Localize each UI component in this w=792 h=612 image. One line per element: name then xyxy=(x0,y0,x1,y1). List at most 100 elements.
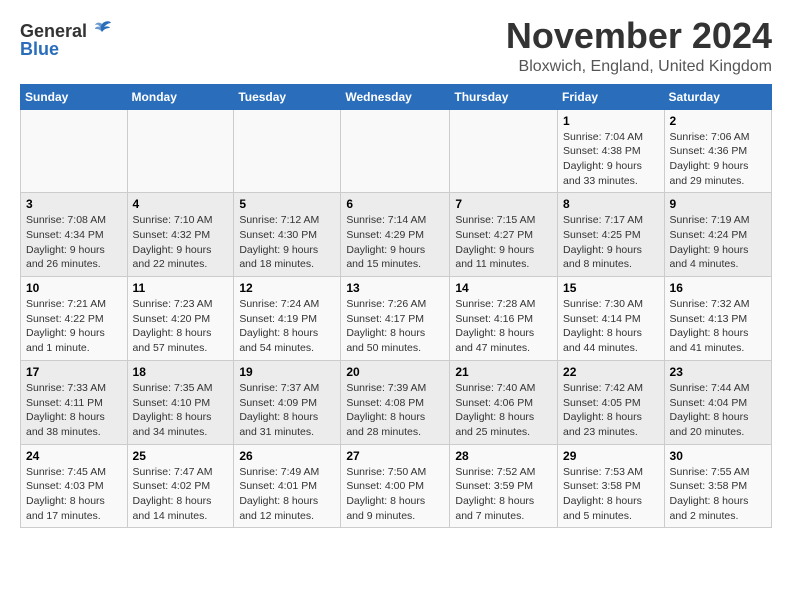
day-number: 7 xyxy=(455,197,552,211)
calendar-cell: 3Sunrise: 7:08 AMSunset: 4:34 PMDaylight… xyxy=(21,193,128,277)
day-info: Sunrise: 7:12 AMSunset: 4:30 PMDaylight:… xyxy=(239,213,335,272)
logo-bird-icon xyxy=(90,20,112,43)
day-number: 24 xyxy=(26,449,122,463)
calendar-cell: 11 Sunrise: 7:23 AMSunset: 4:20 PMDayligh… xyxy=(127,277,234,361)
calendar-table: SundayMondayTuesdayWednesdayThursdayFrid… xyxy=(20,84,772,529)
day-number: 8 xyxy=(563,197,659,211)
calendar-cell: 27 Sunrise: 7:50 AMSunset: 4:00 PMDayligh… xyxy=(341,444,450,528)
day-info: Sunrise: 7:06 AMSunset: 4:36 PMDaylight:… xyxy=(670,130,766,189)
day-number: 20 xyxy=(346,365,444,379)
calendar-week-row: 3Sunrise: 7:08 AMSunset: 4:34 PMDaylight… xyxy=(21,193,772,277)
day-number: 23 xyxy=(670,365,766,379)
day-number: 21 xyxy=(455,365,552,379)
day-number: 10 xyxy=(26,281,122,295)
calendar-cell: 9 Sunrise: 7:19 AMSunset: 4:24 PMDaylight… xyxy=(664,193,771,277)
calendar-cell: 7 Sunrise: 7:15 AMSunset: 4:27 PMDaylight… xyxy=(450,193,558,277)
day-info: Sunrise: 7:37 AMSunset: 4:09 PMDaylight:… xyxy=(239,381,335,440)
day-info: Sunrise: 7:44 AMSunset: 4:04 PMDaylight:… xyxy=(670,381,766,440)
header: General Blue November 2024 Bloxwich, Eng… xyxy=(20,16,772,76)
day-number: 27 xyxy=(346,449,444,463)
calendar-cell: 23 Sunrise: 7:44 AMSunset: 4:04 PMDayligh… xyxy=(664,360,771,444)
day-info: Sunrise: 7:17 AMSunset: 4:25 PMDaylight:… xyxy=(563,213,659,272)
day-info: Sunrise: 7:33 AMSunset: 4:11 PMDaylight:… xyxy=(26,381,122,440)
calendar-cell: 28 Sunrise: 7:52 AMSunset: 3:59 PMDayligh… xyxy=(450,444,558,528)
day-number: 26 xyxy=(239,449,335,463)
day-info: Sunrise: 7:53 AMSunset: 3:58 PMDaylight:… xyxy=(563,465,659,524)
calendar-week-row: 24Sunrise: 7:45 AMSunset: 4:03 PMDayligh… xyxy=(21,444,772,528)
day-info: Sunrise: 7:47 AMSunset: 4:02 PMDaylight:… xyxy=(133,465,229,524)
calendar-cell: 20Sunrise: 7:39 AMSunset: 4:08 PMDayligh… xyxy=(341,360,450,444)
day-number: 18 xyxy=(133,365,229,379)
day-number: 5 xyxy=(239,197,335,211)
day-info: Sunrise: 7:15 AMSunset: 4:27 PMDaylight:… xyxy=(455,213,552,272)
day-info: Sunrise: 7:21 AMSunset: 4:22 PMDaylight:… xyxy=(26,297,122,356)
calendar-header-row: SundayMondayTuesdayWednesdayThursdayFrid… xyxy=(21,84,772,109)
day-number: 25 xyxy=(133,449,229,463)
day-info: Sunrise: 7:40 AMSunset: 4:06 PMDaylight:… xyxy=(455,381,552,440)
calendar-header-wednesday: Wednesday xyxy=(341,84,450,109)
day-info: Sunrise: 7:24 AMSunset: 4:19 PMDaylight:… xyxy=(239,297,335,356)
day-info: Sunrise: 7:10 AMSunset: 4:32 PMDaylight:… xyxy=(133,213,229,272)
day-info: Sunrise: 7:30 AMSunset: 4:14 PMDaylight:… xyxy=(563,297,659,356)
day-info: Sunrise: 7:35 AMSunset: 4:10 PMDaylight:… xyxy=(133,381,229,440)
calendar-cell: 8 Sunrise: 7:17 AMSunset: 4:25 PMDaylight… xyxy=(558,193,665,277)
calendar-cell: 1 Sunrise: 7:04 AMSunset: 4:38 PMDaylight… xyxy=(558,109,665,193)
day-info: Sunrise: 7:04 AMSunset: 4:38 PMDaylight:… xyxy=(563,130,659,189)
day-number: 30 xyxy=(670,449,766,463)
day-info: Sunrise: 7:50 AMSunset: 4:00 PMDaylight:… xyxy=(346,465,444,524)
day-info: Sunrise: 7:49 AMSunset: 4:01 PMDaylight:… xyxy=(239,465,335,524)
title-area: November 2024 Bloxwich, England, United … xyxy=(506,16,772,76)
calendar-header-monday: Monday xyxy=(127,84,234,109)
calendar-cell: 26 Sunrise: 7:49 AMSunset: 4:01 PMDayligh… xyxy=(234,444,341,528)
day-number: 14 xyxy=(455,281,552,295)
month-title: November 2024 xyxy=(506,16,772,56)
calendar-cell: 13 Sunrise: 7:26 AMSunset: 4:17 PMDayligh… xyxy=(341,277,450,361)
calendar-cell: 17Sunrise: 7:33 AMSunset: 4:11 PMDayligh… xyxy=(21,360,128,444)
day-info: Sunrise: 7:32 AMSunset: 4:13 PMDaylight:… xyxy=(670,297,766,356)
calendar-cell: 25 Sunrise: 7:47 AMSunset: 4:02 PMDayligh… xyxy=(127,444,234,528)
day-number: 13 xyxy=(346,281,444,295)
calendar-cell: 18 Sunrise: 7:35 AMSunset: 4:10 PMDayligh… xyxy=(127,360,234,444)
day-number: 28 xyxy=(455,449,552,463)
day-number: 11 xyxy=(133,281,229,295)
calendar-cell xyxy=(341,109,450,193)
day-number: 2 xyxy=(670,114,766,128)
day-number: 15 xyxy=(563,281,659,295)
calendar-cell: 6Sunrise: 7:14 AMSunset: 4:29 PMDaylight… xyxy=(341,193,450,277)
calendar-cell xyxy=(234,109,341,193)
calendar-cell xyxy=(21,109,128,193)
calendar-cell: 10 Sunrise: 7:21 AMSunset: 4:22 PMDayligh… xyxy=(21,277,128,361)
day-number: 6 xyxy=(346,197,444,211)
day-info: Sunrise: 7:19 AMSunset: 4:24 PMDaylight:… xyxy=(670,213,766,272)
calendar-week-row: 1 Sunrise: 7:04 AMSunset: 4:38 PMDaylight… xyxy=(21,109,772,193)
logo: General Blue xyxy=(20,20,112,60)
location-title: Bloxwich, England, United Kingdom xyxy=(506,58,772,76)
calendar-cell: 22Sunrise: 7:42 AMSunset: 4:05 PMDayligh… xyxy=(558,360,665,444)
day-number: 9 xyxy=(670,197,766,211)
day-info: Sunrise: 7:28 AMSunset: 4:16 PMDaylight:… xyxy=(455,297,552,356)
calendar-cell: 5 Sunrise: 7:12 AMSunset: 4:30 PMDaylight… xyxy=(234,193,341,277)
day-info: Sunrise: 7:26 AMSunset: 4:17 PMDaylight:… xyxy=(346,297,444,356)
day-number: 29 xyxy=(563,449,659,463)
day-number: 1 xyxy=(563,114,659,128)
calendar-cell: 21 Sunrise: 7:40 AMSunset: 4:06 PMDayligh… xyxy=(450,360,558,444)
day-info: Sunrise: 7:52 AMSunset: 3:59 PMDaylight:… xyxy=(455,465,552,524)
calendar-cell: 16Sunrise: 7:32 AMSunset: 4:13 PMDayligh… xyxy=(664,277,771,361)
calendar-week-row: 10 Sunrise: 7:21 AMSunset: 4:22 PMDayligh… xyxy=(21,277,772,361)
calendar-header-tuesday: Tuesday xyxy=(234,84,341,109)
calendar-week-row: 17Sunrise: 7:33 AMSunset: 4:11 PMDayligh… xyxy=(21,360,772,444)
calendar-header-sunday: Sunday xyxy=(21,84,128,109)
calendar-cell: 29 Sunrise: 7:53 AMSunset: 3:58 PMDayligh… xyxy=(558,444,665,528)
day-info: Sunrise: 7:55 AMSunset: 3:58 PMDaylight:… xyxy=(670,465,766,524)
day-info: Sunrise: 7:42 AMSunset: 4:05 PMDaylight:… xyxy=(563,381,659,440)
day-number: 12 xyxy=(239,281,335,295)
calendar-cell: 15 Sunrise: 7:30 AMSunset: 4:14 PMDayligh… xyxy=(558,277,665,361)
calendar-header-saturday: Saturday xyxy=(664,84,771,109)
day-number: 4 xyxy=(133,197,229,211)
calendar-cell: 12 Sunrise: 7:24 AMSunset: 4:19 PMDayligh… xyxy=(234,277,341,361)
calendar-cell xyxy=(450,109,558,193)
calendar-cell: 2 Sunrise: 7:06 AMSunset: 4:36 PMDaylight… xyxy=(664,109,771,193)
calendar-cell: 24Sunrise: 7:45 AMSunset: 4:03 PMDayligh… xyxy=(21,444,128,528)
day-info: Sunrise: 7:23 AMSunset: 4:20 PMDaylight:… xyxy=(133,297,229,356)
logo-blue-text: Blue xyxy=(20,39,59,60)
